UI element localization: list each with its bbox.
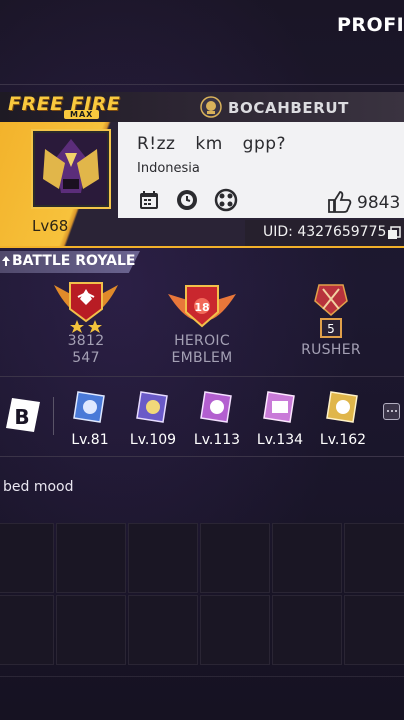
booyah-pass-icon[interactable]: B bbox=[2, 396, 42, 436]
copy-icon[interactable] bbox=[387, 226, 401, 240]
badge-item[interactable]: Lv.109 bbox=[125, 390, 181, 448]
rusher-emblem[interactable]: 5 RUSHER bbox=[293, 281, 369, 358]
rusher-label: RUSHER bbox=[301, 342, 361, 358]
player-region: Indonesia bbox=[137, 161, 200, 176]
divider bbox=[53, 397, 54, 435]
like-count: 9843 bbox=[357, 193, 401, 213]
avatar[interactable] bbox=[33, 131, 109, 207]
rank-value: 547 bbox=[72, 350, 100, 366]
badge-level: Lv.113 bbox=[193, 432, 241, 448]
badge-icon bbox=[263, 391, 295, 423]
showcase-slot[interactable] bbox=[200, 595, 270, 665]
showcase-slot[interactable] bbox=[128, 523, 198, 593]
showcase-slot[interactable] bbox=[200, 523, 270, 593]
showcase-slot[interactable] bbox=[128, 595, 198, 665]
badge-item[interactable]: Lv.81 bbox=[62, 390, 118, 448]
player-uid: UID: 4327659775 bbox=[263, 224, 387, 240]
svg-text:B: B bbox=[14, 405, 29, 429]
crosshair-icon[interactable] bbox=[214, 188, 238, 212]
heroic-emblem-icon: 18 bbox=[168, 285, 236, 328]
badge-level: Lv.109 bbox=[129, 432, 177, 448]
avatar-image bbox=[35, 133, 107, 205]
badge-item[interactable]: Lv.113 bbox=[189, 390, 245, 448]
divider bbox=[0, 246, 404, 248]
badge-icon bbox=[200, 391, 232, 423]
guild-icon[interactable] bbox=[200, 96, 222, 118]
badge-icon bbox=[73, 391, 105, 423]
badge-icon bbox=[136, 391, 168, 423]
divider bbox=[0, 676, 404, 677]
rank-stars bbox=[70, 319, 102, 333]
rusher-number: 5 bbox=[327, 322, 335, 336]
rusher-emblem-icon: 5 bbox=[314, 284, 348, 338]
logo-sub-text: MAX bbox=[64, 110, 100, 119]
br-rank[interactable]: 3812 547 bbox=[48, 275, 124, 366]
showcase-slot[interactable] bbox=[344, 595, 404, 665]
showcase-slot[interactable] bbox=[56, 595, 126, 665]
divider bbox=[0, 456, 404, 457]
player-nickname: R!zz km gpp? bbox=[137, 134, 287, 154]
player-level: Lv68 bbox=[32, 217, 69, 235]
free-fire-max-logo: FREE FIRE MAX bbox=[8, 93, 163, 121]
showcase-slot[interactable] bbox=[0, 595, 54, 665]
badge-level: Lv.81 bbox=[71, 432, 109, 448]
heroic-label: HEROIC bbox=[174, 333, 230, 349]
badge-level: Lv.134 bbox=[256, 432, 304, 448]
tab-label: BATTLE ROYALE bbox=[12, 253, 136, 269]
like-icon[interactable] bbox=[326, 190, 352, 214]
badge-item[interactable]: Lv.162 bbox=[315, 390, 371, 448]
heroic-emblem[interactable]: 18 HEROIC EMBLEM bbox=[164, 276, 240, 366]
star-icon bbox=[70, 320, 102, 333]
badge-item[interactable]: Lv.134 bbox=[252, 390, 308, 448]
arrow-up-icon bbox=[2, 256, 10, 266]
badge-level: Lv.162 bbox=[319, 432, 367, 448]
guild-name[interactable]: BOCAHBERUT bbox=[228, 99, 349, 117]
player-bio: bed mood bbox=[3, 479, 74, 495]
showcase-slot[interactable] bbox=[272, 595, 342, 665]
emblem-label: EMBLEM bbox=[171, 350, 233, 366]
heroic-number: 18 bbox=[194, 301, 209, 314]
showcase-grid bbox=[0, 523, 404, 668]
badge-icon bbox=[326, 391, 358, 423]
calendar-icon[interactable] bbox=[137, 188, 161, 212]
page-title: PROFIL bbox=[337, 14, 404, 36]
showcase-slot[interactable] bbox=[344, 523, 404, 593]
divider bbox=[0, 84, 404, 85]
clock-icon[interactable] bbox=[175, 188, 199, 212]
rank-points: 3812 bbox=[67, 333, 105, 349]
showcase-slot[interactable] bbox=[272, 523, 342, 593]
showcase-slot[interactable] bbox=[0, 523, 54, 593]
showcase-slot[interactable] bbox=[56, 523, 126, 593]
divider bbox=[0, 376, 404, 377]
more-options-icon[interactable] bbox=[383, 403, 400, 420]
